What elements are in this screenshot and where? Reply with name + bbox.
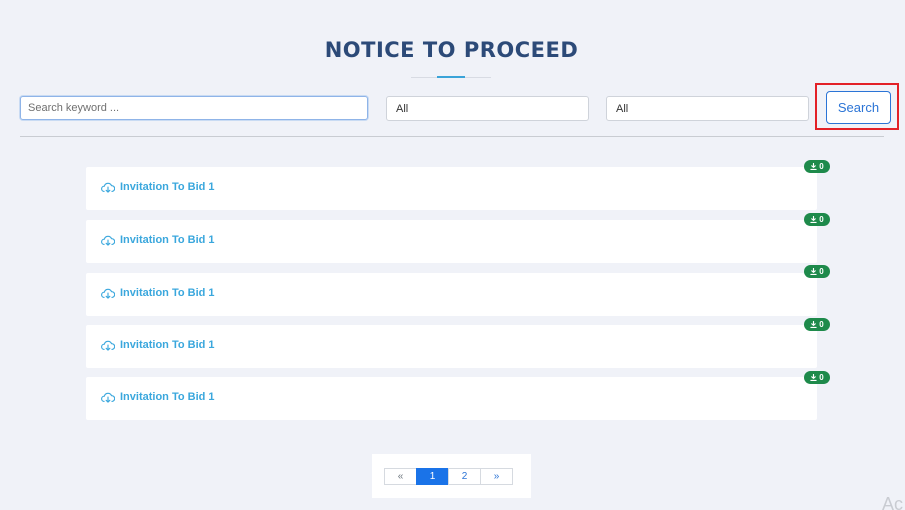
item-link[interactable]: Invitation To Bid 1 [101,287,215,299]
page: NOTICE TO PROCEED All All Search Invitat… [0,0,905,510]
list-item: Invitation To Bid 1 [86,167,817,210]
download-icon [810,268,817,275]
pagination-container: « 1 2 » [372,454,531,498]
download-count: 0 [819,373,824,382]
filter-select-2[interactable]: All [606,96,809,121]
download-count-badge: 0 [804,318,830,331]
download-count: 0 [819,267,824,276]
title-divider-accent [437,76,465,78]
list-item: Invitation To Bid 1 [86,377,817,420]
pagination-prev[interactable]: « [384,468,417,485]
search-input[interactable] [20,96,368,120]
item-link[interactable]: Invitation To Bid 1 [101,391,215,403]
item-label: Invitation To Bid 1 [120,287,215,299]
pagination-page-1[interactable]: 1 [416,468,449,485]
item-link[interactable]: Invitation To Bid 1 [101,234,215,246]
search-button[interactable]: Search [826,91,891,124]
pagination-next[interactable]: » [480,468,513,485]
filter-select-1[interactable]: All [386,96,589,121]
pagination: « 1 2 » [384,468,513,485]
list-item: Invitation To Bid 1 [86,220,817,263]
filter-divider [20,136,884,137]
pagination-page-2[interactable]: 2 [448,468,481,485]
cloud-download-icon [101,392,115,403]
filter-select-2-value: All [616,103,629,115]
download-icon [810,321,817,328]
cloud-download-icon [101,288,115,299]
cloud-download-icon [101,182,115,193]
item-link[interactable]: Invitation To Bid 1 [101,339,215,351]
item-label: Invitation To Bid 1 [120,391,215,403]
item-label: Invitation To Bid 1 [120,339,215,351]
item-link[interactable]: Invitation To Bid 1 [101,181,215,193]
list-item: Invitation To Bid 1 [86,273,817,316]
cloud-download-icon [101,340,115,351]
download-count: 0 [819,162,824,171]
download-count: 0 [819,320,824,329]
filter-select-1-value: All [396,103,409,115]
download-icon [810,216,817,223]
page-title: NOTICE TO PROCEED [324,38,579,62]
cloud-download-icon [101,235,115,246]
item-label: Invitation To Bid 1 [120,181,215,193]
download-count-badge: 0 [804,160,830,173]
list-item: Invitation To Bid 1 [86,325,817,368]
download-count-badge: 0 [804,265,830,278]
download-count-badge: 0 [804,213,830,226]
download-count: 0 [819,215,824,224]
item-label: Invitation To Bid 1 [120,234,215,246]
download-count-badge: 0 [804,371,830,384]
activation-watermark: Ac [882,494,904,510]
download-icon [810,374,817,381]
download-icon [810,163,817,170]
